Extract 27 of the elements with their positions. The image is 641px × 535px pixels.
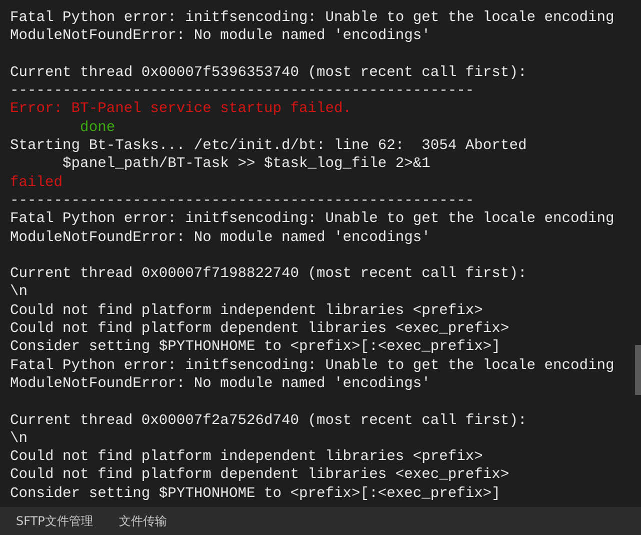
terminal-line: ----------------------------------------------------- — [10, 82, 476, 100]
terminal-line: Could not find platform dependent libraries <exec_prefix> — [10, 466, 510, 485]
terminal-line: Consider setting $PYTHONHOME to <prefix>[:<exec_prefix>] — [10, 484, 502, 504]
terminal-line: Consider setting $PYTHONHOME to <prefix>[:<exec_prefix>] — [10, 338, 502, 357]
scrollbar-thumb[interactable] — [635, 345, 641, 395]
terminal-line: Could not find platform independent libraries <prefix> — [10, 302, 484, 320]
terminal-line: Current thread 0x00007f7198822740 (most recent call first): — [10, 265, 528, 284]
terminal-line: ModuleNotFoundError: No module named 'encodings' — [10, 228, 432, 247]
terminal-line: Could not find platform dependent libraries <exec_prefix> — [10, 320, 510, 338]
terminal-line: Fatal Python error: initfsencoding: Unable to get the locale encoding — [10, 210, 616, 229]
terminal-line: \n — [10, 283, 29, 302]
tab[interactable]: 文件传输 — [110, 508, 175, 534]
terminal-line: ModuleNotFoundError: No module named 'encodings' — [10, 27, 432, 46]
terminal-line: \n — [10, 430, 29, 448]
terminal-line: Fatal Python error: initfsencoding: Unable to get the locale encoding — [10, 356, 616, 375]
terminal-line: $panel_path/BT-Task >> $task_log_file 2>&1 — [62, 155, 432, 174]
terminal-line: Could not find platform independent libraries <prefix> — [10, 448, 484, 466]
terminal-line: failed — [10, 174, 64, 192]
terminal-line: Current thread 0x00007f2a7526d740 (most recent call first): — [10, 412, 528, 430]
terminal-line: ----------------------------------------------------- — [10, 192, 476, 210]
terminal-line: Current thread 0x00007f5396353740 (most recent call first): — [10, 64, 528, 82]
terminal-line: Starting Bt-Tasks... /etc/init.d/bt: line 62: 3054 Aborted — [10, 137, 528, 156]
terminal-line: Fatal Python error: initfsencoding: Unable to get the locale encoding — [10, 9, 616, 28]
tab[interactable]: SFTP文件管理 — [8, 508, 101, 534]
terminal-line: ModuleNotFoundError: No module named 'encodings' — [10, 374, 432, 394]
terminal-line: Error: BT-Panel service startup failed. — [10, 100, 353, 119]
terminal-line: done — [79, 118, 116, 138]
